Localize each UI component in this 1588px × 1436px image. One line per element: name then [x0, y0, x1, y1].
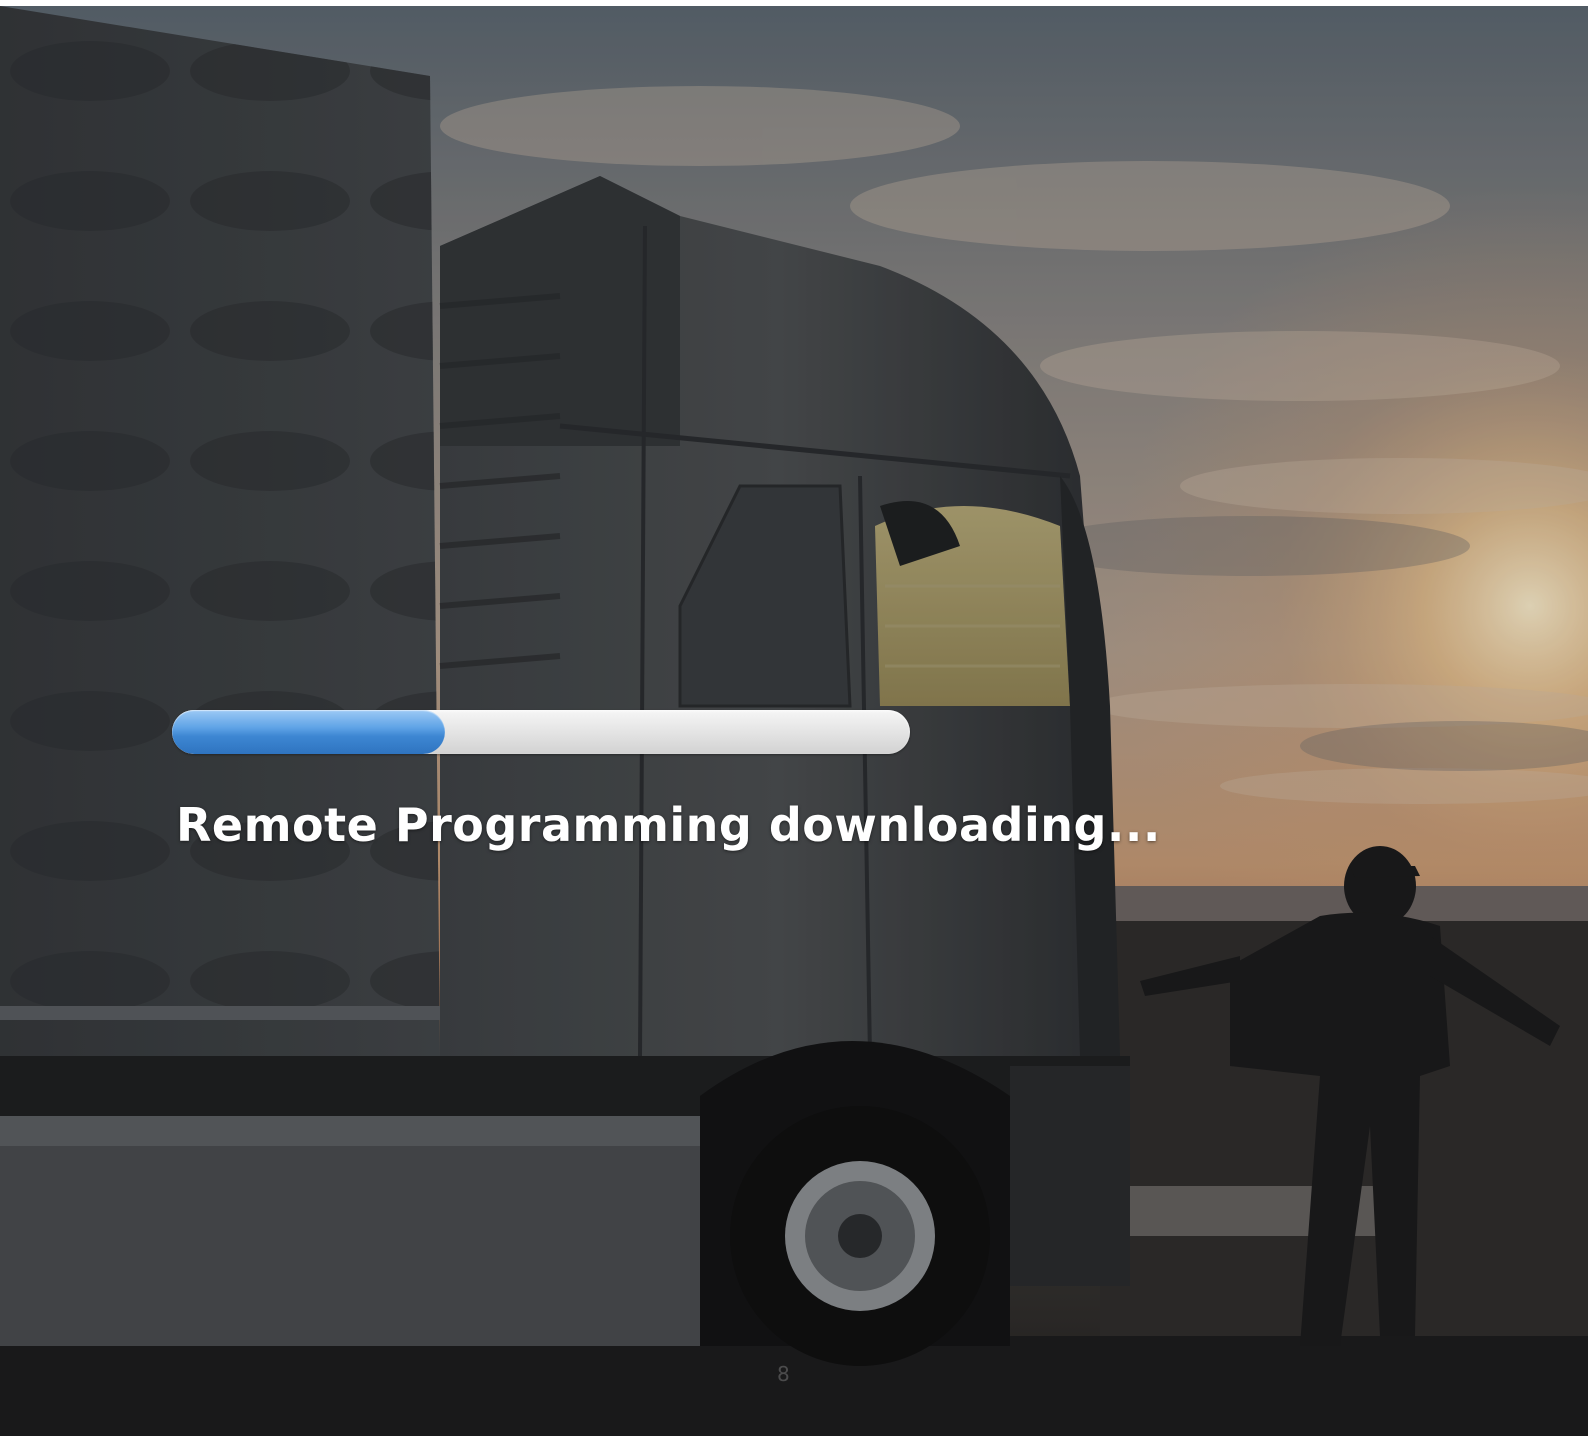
screen: Remote Programming downloading... 8 — [0, 6, 1588, 1436]
page-number: 8 — [777, 1362, 790, 1386]
progress-fill — [172, 710, 446, 754]
download-progress-bar — [172, 710, 910, 754]
download-status-text: Remote Programming downloading... — [176, 798, 1161, 852]
